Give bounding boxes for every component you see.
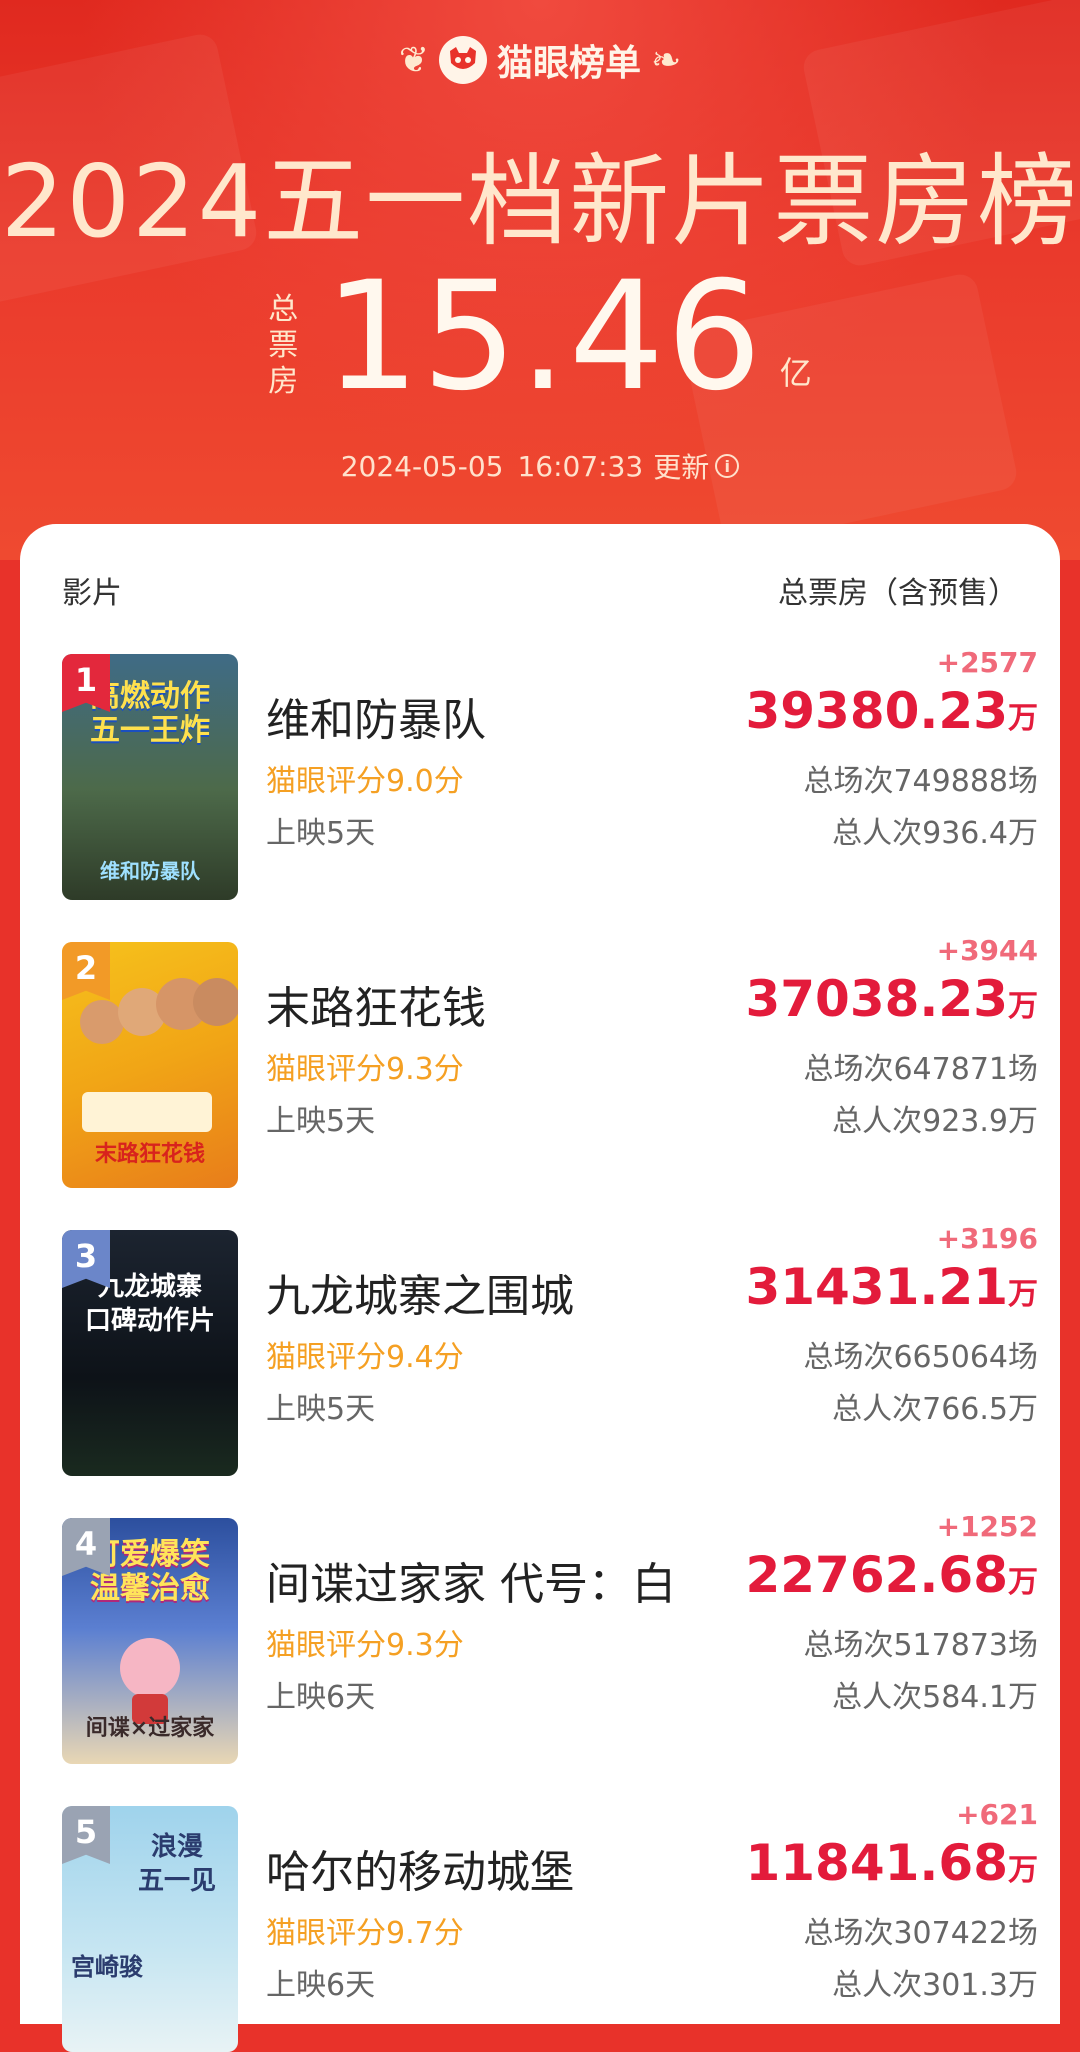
movie-name[interactable]: 末路狂花钱 xyxy=(266,972,486,1036)
total-sessions: 总场次647871场 xyxy=(803,1052,1038,1087)
movie-rating: 猫眼评分9.0分 xyxy=(266,764,464,799)
release-days: 上映6天 xyxy=(266,1680,376,1715)
movie-poster[interactable]: 末路狂花钱 2 xyxy=(62,942,238,1188)
box-office-unit: 万 xyxy=(1008,989,1038,1024)
box-delta: +1252 xyxy=(936,1510,1038,1543)
box-delta: +2577 xyxy=(936,646,1038,679)
movie-poster[interactable]: 可爱爆笑 温馨治愈 间谍×过家家 4 xyxy=(62,1518,238,1764)
total-viewers: 总人次923.9万 xyxy=(832,1104,1038,1139)
total-sessions: 总场次307422场 xyxy=(803,1916,1038,1951)
movie-rating: 猫眼评分9.3分 xyxy=(266,1052,464,1087)
brand-header: ❦ 猫眼榜单 ❧ xyxy=(0,34,1080,86)
poster-headline: 九龙城寨 口碑动作片 xyxy=(84,1272,215,1336)
maoyan-cat-logo-icon xyxy=(438,36,487,84)
box-office-number: 37038.23 xyxy=(745,970,1008,1028)
brand-title: 猫眼榜单 xyxy=(496,43,641,84)
release-days: 上映5天 xyxy=(266,1104,376,1139)
movie-name[interactable]: 维和防暴队 xyxy=(266,684,486,748)
box-office-value: 39380.23万 xyxy=(745,682,1038,740)
movie-rating: 猫眼评分9.3分 xyxy=(266,1628,464,1663)
movie-row[interactable]: 浪漫 五一见 宫崎骏 5 哈尔的移动城堡 猫眼评分9.7分 上映6天 +621 1… xyxy=(62,1786,1038,2052)
column-film: 影片 xyxy=(62,576,122,611)
total-sessions: 总场次665064场 xyxy=(803,1340,1038,1375)
total-box-office: 总 票 房 15.46 亿 xyxy=(0,262,1080,412)
update-label: 更新 xyxy=(653,451,710,484)
total-viewers: 总人次301.3万 xyxy=(832,1968,1038,2003)
movie-rating: 猫眼评分9.7分 xyxy=(266,1916,464,1951)
total-label-char: 票 xyxy=(268,328,299,363)
movie-row[interactable]: 可爱爆笑 温馨治愈 间谍×过家家 4 间谍过家家 代号：白 猫眼评分9.3分 上映… xyxy=(62,1498,1038,1764)
info-icon[interactable]: i xyxy=(715,454,740,478)
total-sessions: 总场次517873场 xyxy=(803,1628,1038,1663)
box-delta: +3196 xyxy=(936,1222,1038,1255)
movie-poster[interactable]: 九龙城寨 口碑动作片 3 xyxy=(62,1230,238,1476)
poster-headline: 浪漫 五一见 xyxy=(137,1832,216,1896)
movie-poster[interactable]: 浪漫 五一见 宫崎骏 5 xyxy=(62,1806,238,2052)
poster-title: 间谍×过家家 xyxy=(85,1716,215,1741)
box-office-value: 37038.23万 xyxy=(745,970,1038,1028)
movie-poster[interactable]: 高燃动作 五一王炸 维和防暴队 1 xyxy=(62,654,238,900)
box-delta: +3944 xyxy=(936,934,1038,967)
ranking-panel: 影片 总票房（含预售） 高燃动作 五一王炸 维和防暴队 1 维和防暴队 猫眼评分9… xyxy=(20,524,1060,2052)
total-label-char: 总 xyxy=(268,292,299,327)
total-viewers: 总人次766.5万 xyxy=(832,1392,1038,1427)
column-box-office: 总票房（含预售） xyxy=(778,576,1018,611)
movie-name[interactable]: 哈尔的移动城堡 xyxy=(266,1836,574,1900)
total-label-char: 房 xyxy=(268,364,299,399)
release-days: 上映6天 xyxy=(266,1968,376,2003)
box-office-unit: 万 xyxy=(1008,701,1038,736)
laurel-right-icon: ❧ xyxy=(651,39,682,81)
movie-row[interactable]: 末路狂花钱 2 末路狂花钱 猫眼评分9.3分 上映5天 +3944 37038.… xyxy=(62,922,1038,1188)
box-office-value: 11841.68万 xyxy=(745,1834,1038,1892)
header-banner: ❦ 猫眼榜单 ❧ 2024五一档新片票房榜 总 票 房 15.46 亿 2024… xyxy=(0,0,1080,560)
release-days: 上映5天 xyxy=(266,1392,376,1427)
movie-name[interactable]: 九龙城寨之围城 xyxy=(266,1260,574,1324)
movie-name[interactable]: 间谍过家家 代号：白 xyxy=(266,1548,676,1612)
update-timestamp: 2024-05-05 16:07:33 更新 i xyxy=(0,446,1080,486)
rank-badge: 5 xyxy=(62,1806,110,1864)
page-title: 2024五一档新片票房榜 xyxy=(0,143,1080,260)
box-delta: +621 xyxy=(956,1798,1038,1831)
update-date: 2024-05-05 xyxy=(340,449,504,483)
total-viewers: 总人次936.4万 xyxy=(832,816,1038,851)
box-office-value: 31431.21万 xyxy=(745,1258,1038,1316)
box-office-unit: 万 xyxy=(1008,1565,1038,1600)
total-sessions: 总场次749888场 xyxy=(803,764,1038,799)
poster-title: 末路狂花钱 xyxy=(94,1142,205,1167)
poster-title: 维和防暴队 xyxy=(100,859,200,883)
box-office-number: 22762.68 xyxy=(745,1546,1008,1604)
box-office-number: 39380.23 xyxy=(745,682,1008,740)
table-header: 影片 总票房（含预售） xyxy=(62,568,1018,612)
total-label: 总 票 房 xyxy=(268,292,298,400)
release-days: 上映5天 xyxy=(266,816,376,851)
total-viewers: 总人次584.1万 xyxy=(832,1680,1038,1715)
laurel-left-icon: ❦ xyxy=(398,39,429,81)
total-unit: 亿 xyxy=(779,354,812,392)
box-office-value: 22762.68万 xyxy=(745,1546,1038,1604)
box-office-number: 11841.68 xyxy=(745,1834,1008,1892)
box-office-unit: 万 xyxy=(1008,1853,1038,1888)
movie-rating: 猫眼评分9.4分 xyxy=(266,1340,464,1375)
box-office-unit: 万 xyxy=(1008,1277,1038,1312)
update-time: 16:07:33 xyxy=(517,449,644,483)
poster-title: 宫崎骏 xyxy=(71,1953,143,1981)
movie-row[interactable]: 高燃动作 五一王炸 维和防暴队 1 维和防暴队 猫眼评分9.0分 上映5天 +25… xyxy=(62,634,1038,900)
box-office-number: 31431.21 xyxy=(745,1258,1008,1316)
movie-row[interactable]: 九龙城寨 口碑动作片 3 九龙城寨之围城 猫眼评分9.4分 上映5天 +3196 … xyxy=(62,1210,1038,1476)
total-value: 15.46 xyxy=(324,250,764,424)
